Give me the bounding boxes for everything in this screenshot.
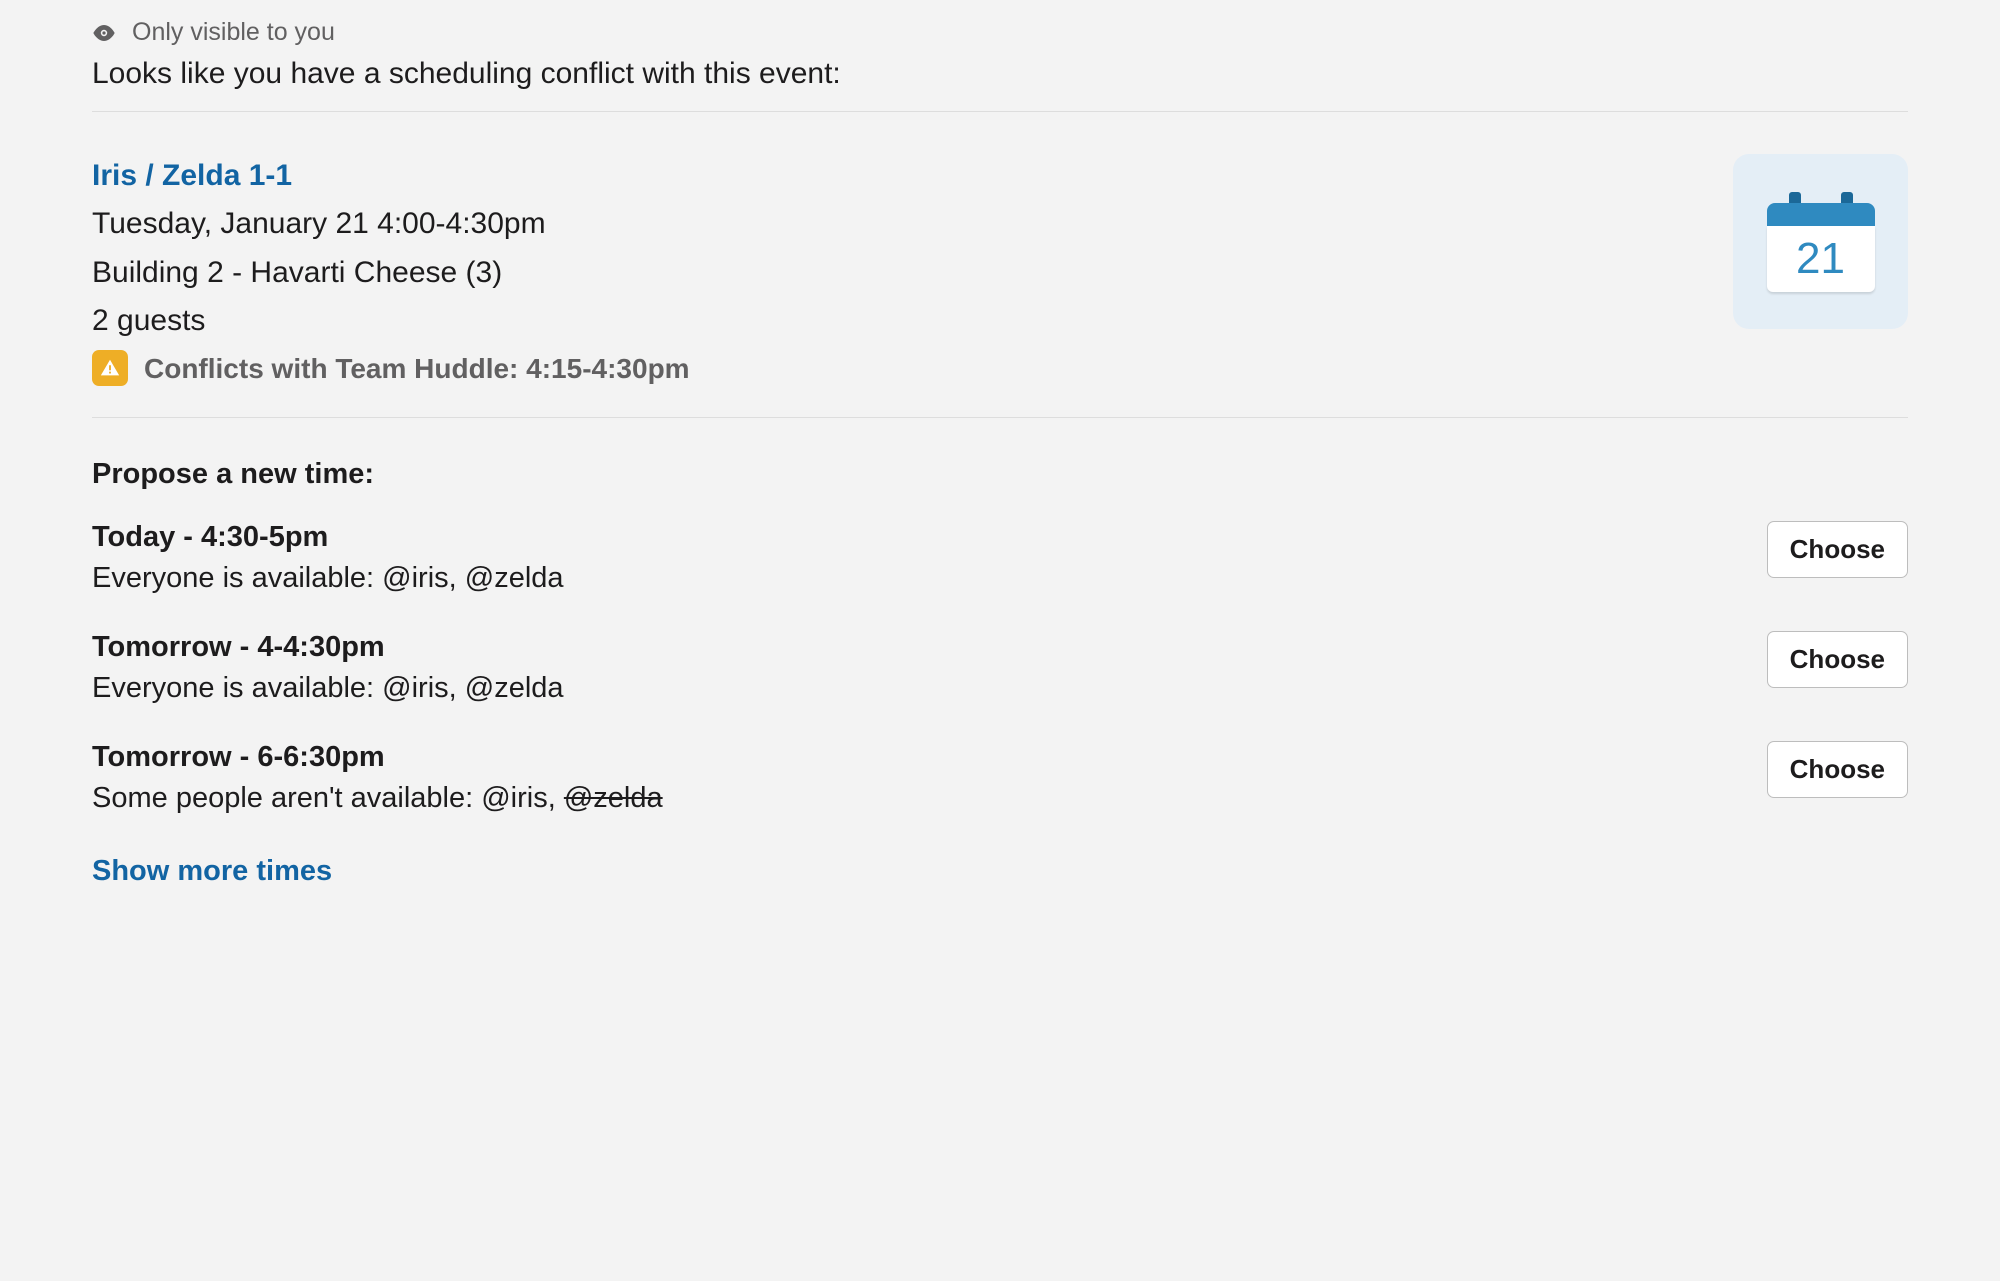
warning-icon [92, 350, 128, 386]
time-option-availability: Some people aren't available: @iris, @ze… [92, 782, 1737, 815]
time-option-text: Today - 4:30-5pm Everyone is available: @… [92, 521, 1737, 595]
choose-button[interactable]: Choose [1767, 631, 1908, 688]
time-option-availability: Everyone is available: @iris, @zelda [92, 672, 1737, 705]
event-guests: 2 guests [92, 299, 1703, 343]
conflict-row: Conflicts with Team Huddle: 4:15-4:30pm [92, 348, 1703, 389]
choose-button[interactable]: Choose [1767, 521, 1908, 578]
time-option-text: Tomorrow - 6-6:30pm Some people aren't av… [92, 741, 1737, 815]
conflict-text: Conflicts with Team Huddle: 4:15-4:30pm [144, 348, 690, 389]
person-handle: @zelda [564, 782, 663, 814]
person-handle: @iris [481, 782, 547, 814]
time-option-text: Tomorrow - 4-4:30pm Everyone is available… [92, 631, 1737, 705]
person-handle: @zelda [465, 672, 564, 704]
event-block: Iris / Zelda 1-1 Tuesday, January 21 4:0… [92, 112, 1908, 417]
choose-button[interactable]: Choose [1767, 741, 1908, 798]
time-option: Today - 4:30-5pm Everyone is available: @… [92, 521, 1908, 595]
event-location: Building 2 - Havarti Cheese (3) [92, 251, 1703, 295]
time-option-availability: Everyone is available: @iris, @zelda [92, 562, 1737, 595]
show-more-times-link[interactable]: Show more times [92, 855, 332, 888]
event-title-link[interactable]: Iris / Zelda 1-1 [92, 159, 292, 192]
calendar-thumb: 21 [1733, 154, 1908, 329]
intro-text: Looks like you have a scheduling conflic… [92, 57, 1908, 91]
availability-prefix: Some people aren't available: [92, 782, 481, 814]
time-option: Tomorrow - 6-6:30pm Some people aren't av… [92, 741, 1908, 815]
person-handle: @zelda [465, 562, 564, 594]
person-handle: @iris [382, 672, 448, 704]
time-option: Tomorrow - 4-4:30pm Everyone is available… [92, 631, 1908, 705]
eye-icon [92, 21, 116, 45]
time-option-title: Tomorrow - 6-6:30pm [92, 741, 1737, 774]
event-datetime: Tuesday, January 21 4:00-4:30pm [92, 202, 1703, 246]
propose-label: Propose a new time: [92, 458, 1908, 491]
ephemeral-indicator: Only visible to you [92, 18, 1908, 47]
event-info: Iris / Zelda 1-1 Tuesday, January 21 4:0… [92, 154, 1703, 417]
availability-prefix: Everyone is available: [92, 672, 382, 704]
calendar-icon: 21 [1767, 192, 1875, 292]
divider [92, 417, 1908, 418]
time-option-title: Tomorrow - 4-4:30pm [92, 631, 1737, 664]
calendar-day: 21 [1767, 226, 1875, 292]
availability-prefix: Everyone is available: [92, 562, 382, 594]
ephemeral-label: Only visible to you [132, 18, 335, 47]
time-option-title: Today - 4:30-5pm [92, 521, 1737, 554]
ephemeral-message: Only visible to you Looks like you have … [0, 0, 2000, 928]
person-handle: @iris [382, 562, 448, 594]
